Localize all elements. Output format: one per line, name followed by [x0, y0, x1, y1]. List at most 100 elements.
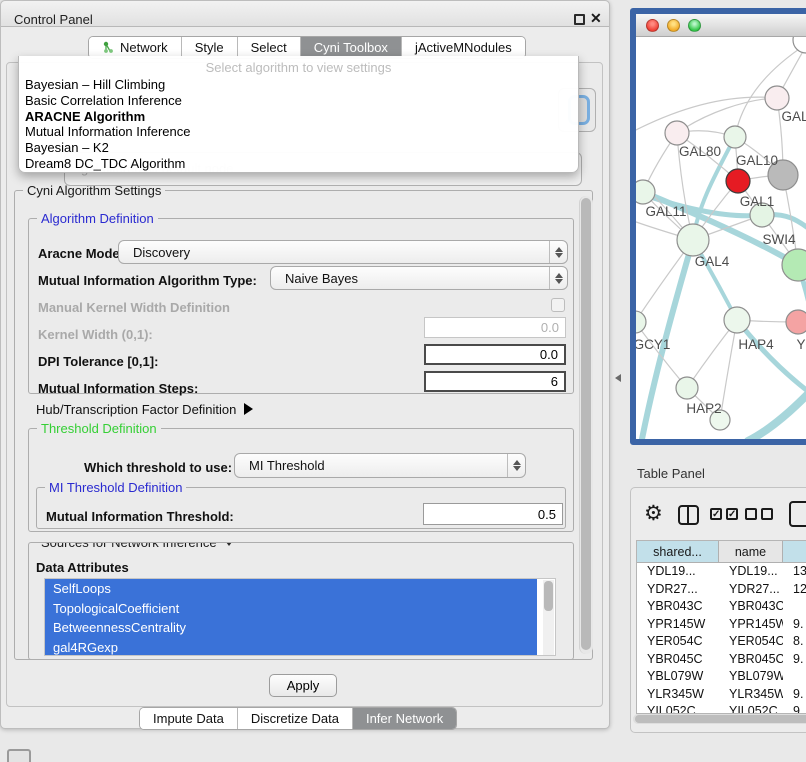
dropdown-item-bayesian-k2[interactable]: Bayesian – K2: [19, 140, 578, 156]
mi-steps-field[interactable]: [424, 371, 566, 392]
deselect-all-checkboxes-icon[interactable]: [745, 508, 773, 520]
attr-item-selfloops[interactable]: SelfLoops: [45, 579, 537, 599]
table-cell: YLR345W: [637, 686, 719, 704]
zoom-traffic-light-icon[interactable]: [688, 19, 701, 32]
network-window-titlebar[interactable]: [636, 14, 806, 37]
tab-cyni-toolbox[interactable]: Cyni Toolbox: [301, 37, 402, 58]
tab-style-label: Style: [195, 40, 224, 55]
hub-definition-toggle[interactable]: Hub/Transcription Factor Definition: [36, 402, 253, 417]
node-label: GAL1: [740, 194, 775, 209]
kernel-width-field[interactable]: [424, 317, 566, 338]
node-gcy1[interactable]: [636, 311, 646, 333]
node-gal-partial[interactable]: [765, 86, 789, 110]
table-cell: YBR043C: [719, 598, 783, 616]
node-gal80[interactable]: [665, 121, 689, 145]
table-cell: 8.: [783, 633, 806, 651]
table-cell: YPR145W: [637, 616, 719, 634]
gear-icon[interactable]: ⚙: [644, 503, 663, 525]
aracne-mode-combo[interactable]: Discovery: [118, 240, 568, 264]
dropdown-item-bayesian-hill[interactable]: Bayesian – Hill Climbing: [19, 77, 578, 93]
table-row[interactable]: YBL079W YBL079W: [637, 668, 806, 686]
dropdown-item-aracne[interactable]: ARACNE Algorithm: [19, 109, 578, 125]
collapsed-panel-icon[interactable]: [7, 749, 31, 762]
attr-item-gal4rgexp[interactable]: gal4RGexp: [45, 638, 537, 657]
network-view-window: GAL GAL80 GAL10 GAL1 GAL11 SWI4 GAL4 GCY…: [630, 8, 806, 445]
mi-type-combo[interactable]: Naive Bayes: [270, 266, 568, 290]
control-panel-title: Control Panel: [14, 12, 93, 27]
tab-infer-network[interactable]: Infer Network: [353, 708, 456, 729]
attr-item-betweennesscentrality[interactable]: BetweennessCentrality: [45, 618, 537, 638]
table-row[interactable]: YDR27... YDR27... 12: [637, 581, 806, 599]
threshold-definition-legend: Threshold Definition: [37, 421, 161, 436]
close-icon[interactable]: ✕: [590, 10, 602, 27]
node-gal11[interactable]: [636, 180, 655, 204]
tab-impute-data-label: Impute Data: [153, 711, 224, 726]
column-header-partial[interactable]: [783, 541, 806, 563]
hub-definition-label: Hub/Transcription Factor Definition: [36, 402, 236, 417]
panel-splitter-arrow-icon[interactable]: [615, 374, 621, 382]
tab-impute-data[interactable]: Impute Data: [140, 708, 238, 729]
node-red[interactable]: [726, 169, 750, 193]
tab-style[interactable]: Style: [182, 37, 238, 58]
node-big-green[interactable]: [782, 249, 806, 281]
table-row[interactable]: YBR045C YBR045C 9.: [637, 651, 806, 669]
table-row[interactable]: YER054C YER054C 8.: [637, 633, 806, 651]
manual-kernel-checkbox[interactable]: [551, 298, 565, 312]
spinner-arrows-icon: [549, 267, 567, 289]
table-row[interactable]: YDL19... YDL19... 13: [637, 563, 806, 581]
column-header-shared-name[interactable]: shared...: [637, 541, 719, 563]
dpi-tolerance-field[interactable]: [424, 344, 566, 365]
table-row[interactable]: YIL052C YIL052C 9: [637, 703, 806, 713]
table-cell: YBR043C: [637, 598, 719, 616]
kernel-width-label: Kernel Width (0,1):: [38, 327, 153, 342]
select-all-checkboxes-icon[interactable]: ✓ ✓: [710, 508, 738, 520]
unchecked-checkbox-icon: [761, 508, 773, 520]
tab-discretize-data[interactable]: Discretize Data: [238, 708, 353, 729]
node-gal10[interactable]: [724, 126, 746, 148]
settings-scrollbar-thumb[interactable]: [581, 198, 591, 650]
node-hap2[interactable]: [676, 377, 698, 399]
table-horizontal-scrollbar-thumb[interactable]: [635, 715, 806, 723]
mi-threshold-field[interactable]: [423, 503, 563, 525]
column-header-name[interactable]: name: [719, 541, 783, 563]
dropdown-item-dream8[interactable]: Dream8 DC_TDC Algorithm: [19, 156, 578, 172]
network-graph: GAL GAL80 GAL10 GAL1 GAL11 SWI4 GAL4 GCY…: [636, 37, 806, 440]
attr-list-scrollbar-thumb[interactable]: [544, 581, 553, 611]
table-row[interactable]: YLR345W YLR345W 9.: [637, 686, 806, 704]
partial-toolbar-icon[interactable]: [789, 501, 806, 527]
data-attributes-label: Data Attributes: [36, 560, 129, 575]
spinner-arrows-icon: [507, 454, 525, 477]
attr-list-scrollbar[interactable]: [543, 580, 554, 656]
tab-select[interactable]: Select: [238, 37, 301, 58]
node-gal4[interactable]: [677, 224, 709, 256]
close-traffic-light-icon[interactable]: [646, 19, 659, 32]
float-window-icon[interactable]: [574, 14, 585, 25]
apply-button[interactable]: Apply: [269, 674, 337, 697]
node-partial-top[interactable]: [793, 37, 806, 53]
checked-checkbox-icon: ✓: [710, 508, 722, 520]
mi-type-value: Naive Bayes: [271, 271, 549, 286]
node-hap4[interactable]: [724, 307, 750, 333]
table-row[interactable]: YBR043C YBR043C: [637, 598, 806, 616]
dropdown-item-basic-correlation[interactable]: Basic Correlation Inference: [19, 93, 578, 109]
data-attributes-list[interactable]: SelfLoops TopologicalCoefficient Between…: [44, 578, 556, 656]
table-cell: 9.: [783, 686, 806, 704]
which-threshold-combo[interactable]: MI Threshold: [234, 453, 526, 478]
sources-legend[interactable]: Sources for Network Inference: [37, 542, 239, 550]
column-browser-icon[interactable]: [678, 505, 699, 525]
tab-discretize-data-label: Discretize Data: [251, 711, 339, 726]
tab-jactivemnodules[interactable]: jActiveMNodules: [402, 37, 525, 58]
table-row[interactable]: YPR145W YPR145W 9.: [637, 616, 806, 634]
screen: Control Panel ✕ Network Style Select Cyn…: [0, 0, 806, 762]
network-canvas[interactable]: GAL GAL80 GAL10 GAL1 GAL11 SWI4 GAL4 GCY…: [636, 37, 806, 440]
dropdown-item-mutual-information[interactable]: Mutual Information Inference: [19, 124, 578, 140]
collapse-down-icon: [223, 542, 235, 546]
node-label: GAL: [781, 109, 806, 124]
tab-network-label: Network: [120, 40, 168, 55]
node-salmon[interactable]: [786, 310, 806, 334]
node-label: GAL11: [645, 204, 686, 219]
minimize-traffic-light-icon[interactable]: [667, 19, 680, 32]
tab-network[interactable]: Network: [89, 37, 182, 58]
attr-item-topologicalcoefficient[interactable]: TopologicalCoefficient: [45, 599, 537, 619]
table-cell: YPR145W: [719, 616, 783, 634]
